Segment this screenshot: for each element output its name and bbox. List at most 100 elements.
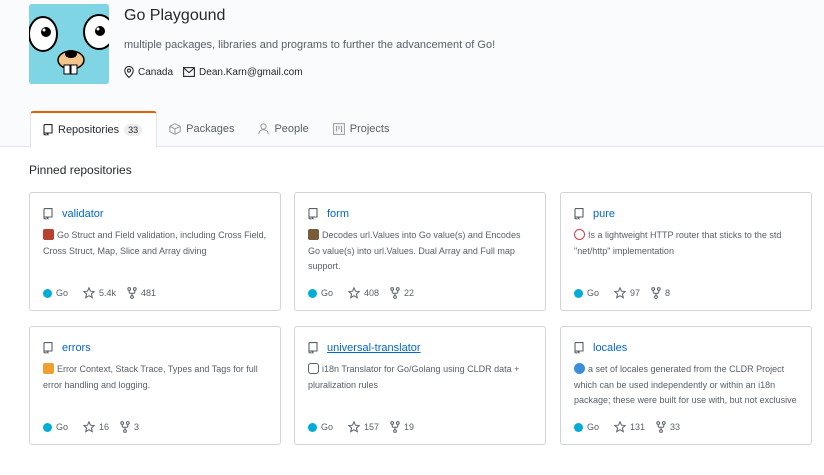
repo-icon — [574, 342, 584, 354]
repo-icon — [43, 342, 53, 354]
tab-projects-label: Projects — [349, 123, 390, 135]
fork-icon — [127, 287, 137, 299]
repo-count-badge: 33 — [124, 124, 143, 136]
star-icon — [348, 421, 361, 433]
repo-name-link[interactable]: universal-translator — [327, 342, 421, 354]
star-icon — [83, 421, 96, 433]
globe-icon — [574, 363, 585, 374]
tab-people[interactable]: People — [246, 111, 320, 147]
repo-forks[interactable]: 22 — [390, 287, 414, 299]
project-icon — [332, 123, 345, 135]
repo-stars[interactable]: 408 — [348, 287, 379, 299]
repo-language: Go — [574, 288, 599, 298]
repo-stars[interactable]: 157 — [348, 421, 379, 433]
repo-emoji-icon — [43, 363, 54, 374]
repo-description: Go Struct and Field validation, includin… — [43, 228, 267, 278]
repo-card-errors: errors Error Context, Stack Trace, Types… — [29, 326, 281, 445]
org-location: Canada — [124, 66, 173, 78]
star-icon — [614, 421, 627, 433]
star-icon — [348, 287, 361, 299]
repo-card-universal-translator: universal-translator i18n Translator for… — [294, 326, 546, 445]
fork-icon — [656, 421, 666, 433]
repo-forks-count: 481 — [141, 288, 157, 298]
repo-description: a set of locales generated from the CLDR… — [574, 362, 798, 412]
org-name: Go Playgound — [124, 7, 226, 24]
org-description: multiple packages, libraries and program… — [124, 39, 496, 51]
star-icon — [614, 287, 627, 299]
fork-icon — [120, 421, 130, 433]
repo-language-text: Go — [587, 288, 600, 298]
person-icon — [258, 123, 270, 135]
repo-name-link[interactable]: pure — [593, 208, 615, 220]
repo-stars[interactable]: 16 — [83, 421, 109, 433]
repo-card-locales: locales a set of locales generated from … — [560, 326, 812, 445]
org-email-text[interactable]: Dean.Karn@gmail.com — [199, 67, 303, 78]
tab-repositories[interactable]: Repositories 33 — [30, 111, 158, 148]
org-nav-tabs: Repositories 33 Packages People Projects — [30, 111, 402, 148]
repo-stats: Go 157 19 — [308, 421, 425, 433]
repo-forks-count: 19 — [404, 422, 415, 432]
mail-icon — [183, 67, 195, 77]
repo-language: Go — [574, 422, 599, 432]
repo-forks[interactable]: 481 — [127, 287, 156, 299]
repo-language-text: Go — [56, 422, 69, 432]
fork-icon — [651, 287, 661, 299]
star-icon — [83, 287, 96, 299]
repo-card-validator: validator Go Struct and Field validation… — [29, 192, 281, 311]
repo-stars[interactable]: 131 — [614, 421, 645, 433]
repo-description-text: Decodes url.Values into Go value(s) and … — [308, 230, 521, 271]
repo-emoji-icon — [43, 229, 54, 240]
repo-language: Go — [43, 422, 68, 432]
repo-stats: Go 5.4k 481 — [43, 287, 167, 299]
org-meta: Canada Dean.Karn@gmail.com — [124, 66, 313, 78]
repo-forks-count: 22 — [404, 288, 415, 298]
repo-stars[interactable]: 5.4k — [83, 287, 116, 299]
repo-forks[interactable]: 3 — [120, 421, 139, 433]
repo-stars-count: 131 — [630, 422, 646, 432]
repo-language: Go — [308, 422, 333, 432]
repo-stars-count: 16 — [99, 422, 110, 432]
org-avatar[interactable] — [29, 4, 109, 84]
fork-icon — [390, 287, 400, 299]
repo-stars[interactable]: 97 — [614, 287, 640, 299]
repo-stars-count: 408 — [364, 288, 380, 298]
repo-language-text: Go — [56, 288, 69, 298]
repo-icon — [43, 124, 53, 136]
repo-description: Is a lightweight HTTP router that sticks… — [574, 228, 798, 278]
repo-language-text: Go — [321, 288, 334, 298]
repo-description-text: Go Struct and Field validation, includin… — [43, 230, 267, 256]
language-color-dot — [308, 288, 317, 298]
repo-stars-count: 97 — [630, 288, 641, 298]
repo-forks-count: 8 — [665, 288, 671, 298]
repo-icon — [308, 342, 318, 354]
repo-description-text: Is a lightweight HTTP router that sticks… — [574, 230, 782, 256]
repo-forks[interactable]: 33 — [656, 421, 680, 433]
repo-language-text: Go — [587, 422, 600, 432]
repo-name-link[interactable]: errors — [62, 342, 91, 354]
repo-forks[interactable]: 8 — [651, 287, 670, 299]
org-location-text: Canada — [138, 66, 174, 78]
language-color-dot — [43, 288, 52, 298]
tab-projects[interactable]: Projects — [321, 111, 402, 147]
tab-repositories-label: Repositories — [58, 124, 120, 136]
repo-name-link[interactable]: form — [327, 208, 349, 220]
repo-forks[interactable]: 19 — [390, 421, 414, 433]
tab-people-label: People — [274, 123, 309, 135]
repo-icon — [308, 208, 318, 220]
org-email[interactable]: Dean.Karn@gmail.com — [183, 67, 303, 78]
tab-packages[interactable]: Packages — [157, 111, 246, 147]
language-color-dot — [574, 422, 583, 432]
repo-name-link[interactable]: validator — [62, 208, 104, 220]
repo-stars-count: 5.4k — [99, 288, 117, 298]
repo-language: Go — [43, 288, 68, 298]
fork-icon — [390, 421, 400, 433]
repo-description: Error Context, Stack Trace, Types and Ta… — [43, 362, 267, 412]
speech-balloon-icon — [308, 363, 319, 374]
repo-forks-count: 3 — [134, 422, 140, 432]
repo-name-link[interactable]: locales — [593, 342, 627, 354]
repo-stats: Go 16 3 — [43, 421, 150, 433]
repo-description: i18n Translator for Go/Golang using CLDR… — [308, 362, 532, 412]
repo-card-form: form Decodes url.Values into Go value(s)… — [294, 192, 546, 311]
language-color-dot — [574, 288, 583, 298]
repo-card-pure: pure Is a lightweight HTTP router that s… — [560, 192, 812, 311]
